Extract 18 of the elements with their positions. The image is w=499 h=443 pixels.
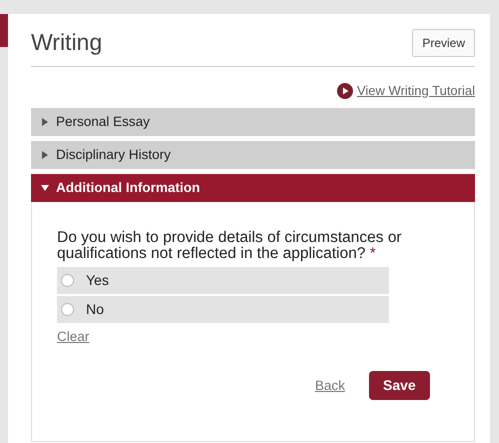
- page-title: Writing: [31, 28, 102, 57]
- radio-button[interactable]: [61, 274, 74, 288]
- tutorial-link[interactable]: View Writing Tutorial: [356, 80, 475, 100]
- back-link[interactable]: Back: [315, 376, 346, 396]
- play-icon[interactable]: [336, 82, 353, 99]
- accordion-header[interactable]: Personal Essay: [31, 108, 475, 136]
- caret-right-icon: [41, 118, 49, 126]
- caret-down-icon: [41, 184, 49, 192]
- preview-button[interactable]: Preview: [412, 28, 475, 57]
- caret-right-icon: [41, 151, 49, 160]
- save-button[interactable]: Save: [369, 371, 430, 400]
- radio-option[interactable]: No: [57, 296, 389, 324]
- question-text: Do you wish to provide details of circumstances or qualifications not reflected in the application? *: [57, 230, 402, 262]
- accordion-header[interactable]: Additional Information: [31, 174, 475, 202]
- radio-button[interactable]: [61, 303, 74, 316]
- clear-link[interactable]: Clear: [57, 327, 90, 348]
- radio-option[interactable]: Yes: [57, 267, 389, 294]
- accordion-header[interactable]: Disciplinary History: [31, 141, 475, 170]
